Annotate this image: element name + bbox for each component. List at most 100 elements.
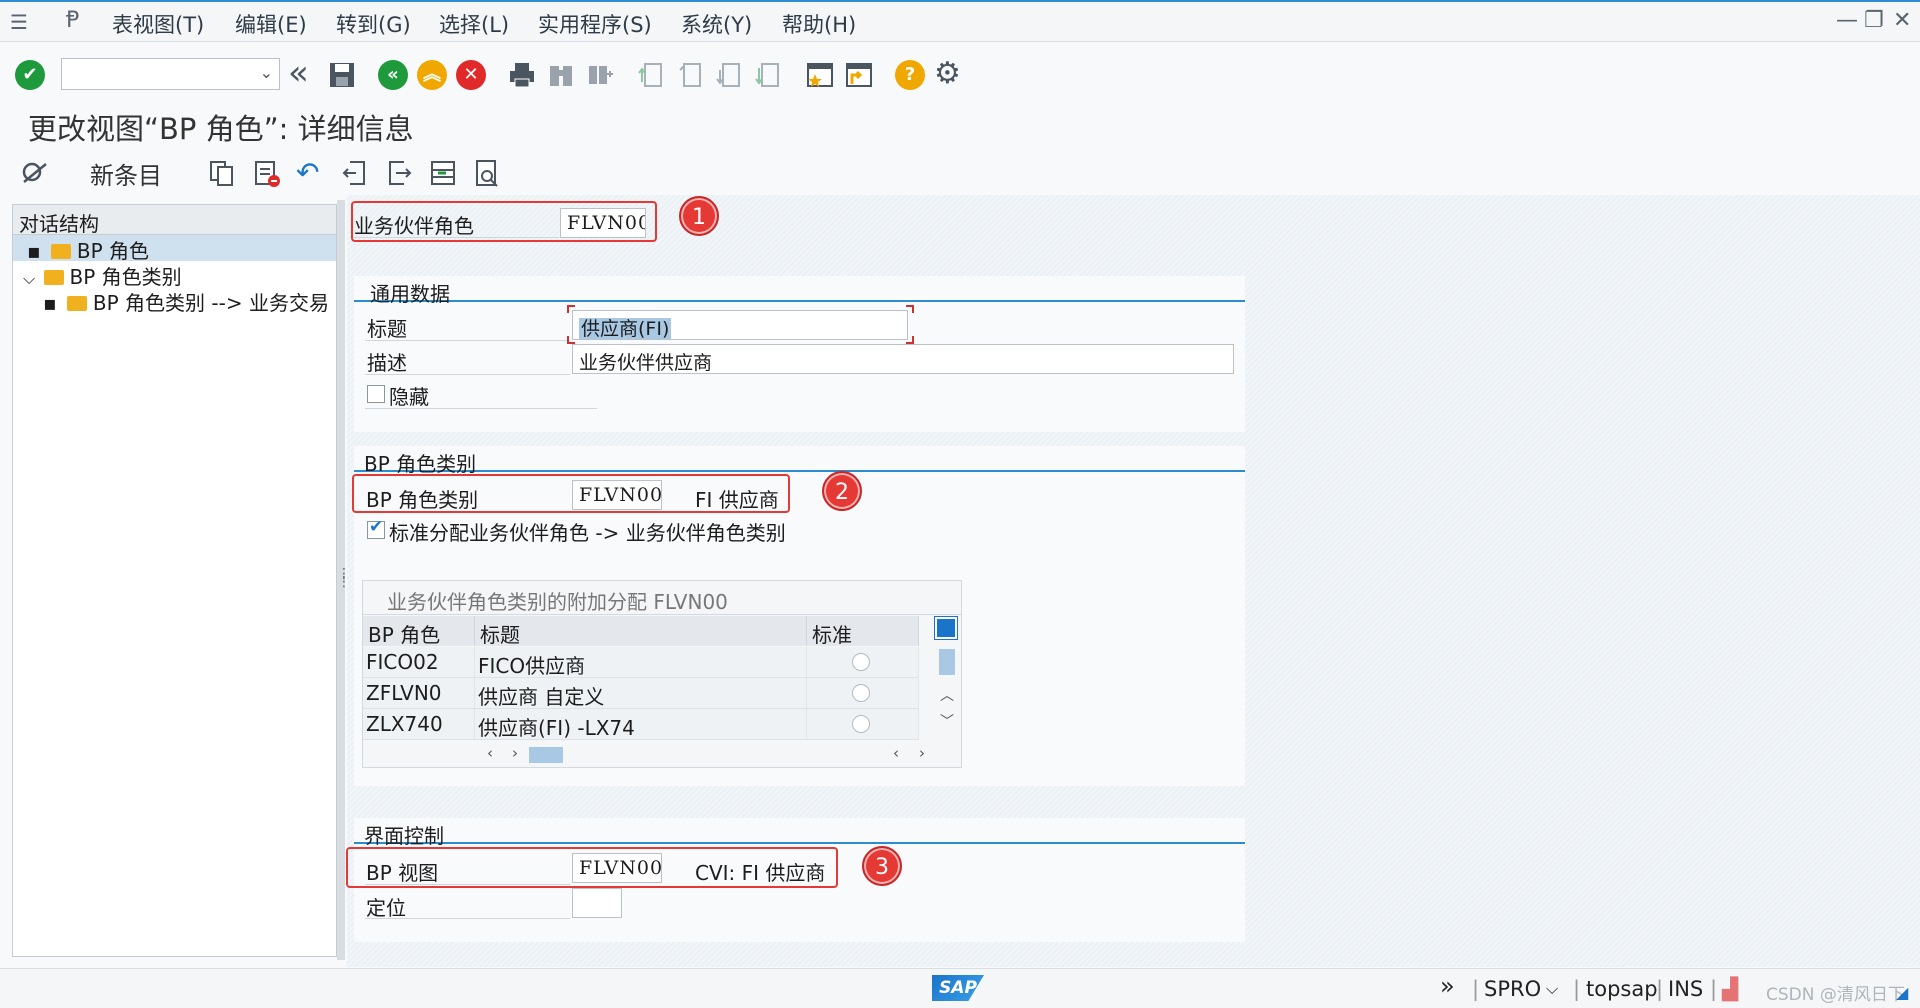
performance-icon: ▟	[1722, 977, 1739, 1001]
tree-item-label: BP 角色类别 --> 业务交易	[92, 291, 329, 315]
standard-radio[interactable]	[852, 715, 870, 733]
tree-item-bp-role-category[interactable]: ⌵ BP 角色类别	[13, 261, 182, 289]
hidden-checkbox[interactable]	[367, 385, 385, 403]
scroll-right-icon[interactable]: ›	[919, 744, 925, 762]
focus-corner-icon	[567, 336, 575, 344]
table-row	[807, 709, 919, 740]
expand-status-icon[interactable]: »	[1440, 972, 1455, 1000]
minimize-icon[interactable]: —	[1836, 8, 1858, 33]
sap-logo: SAP	[932, 975, 984, 1001]
cancel-icon[interactable]: ✕	[456, 60, 486, 90]
scroll-right-icon[interactable]: ›	[512, 744, 518, 762]
last-page-icon[interactable]	[753, 60, 783, 90]
bullet-icon: ▪	[27, 239, 41, 263]
folder-icon	[43, 270, 64, 285]
find-next-icon[interactable]	[585, 60, 615, 90]
previous-entry-icon[interactable]	[340, 158, 370, 188]
display-change-icon[interactable]	[20, 158, 50, 188]
table-row[interactable]: FICO供应商	[475, 647, 807, 678]
close-icon[interactable]: ✕	[1893, 8, 1911, 33]
column-header-title[interactable]: 标题	[475, 616, 807, 647]
layout-icon[interactable]: Ᵽ	[66, 8, 79, 33]
standard-radio[interactable]	[852, 684, 870, 702]
tree-item-bp-role[interactable]: ▪ BP 角色	[13, 235, 336, 263]
tree-item-label: BP 角色类别	[69, 265, 182, 289]
exit-icon[interactable]: ︽	[417, 60, 447, 90]
heading-input[interactable]: 供应商(FI)	[572, 310, 908, 340]
scroll-down-icon[interactable]: ﹀	[940, 711, 954, 731]
command-field[interactable]: ⌄	[61, 58, 280, 90]
transaction-code[interactable]: SPRO	[1484, 977, 1541, 1001]
standard-assignment-checkbox[interactable]: ✔	[367, 517, 385, 539]
prev-page-icon[interactable]	[675, 60, 705, 90]
table-row[interactable]: ZFLVN0	[363, 678, 475, 709]
column-settings-icon[interactable]	[934, 616, 958, 640]
restore-icon[interactable]: ❐	[1864, 8, 1884, 33]
horizontal-scroll-thumb[interactable]	[529, 747, 563, 763]
save-icon[interactable]	[327, 60, 357, 90]
scrollbar-thumb[interactable]	[939, 649, 955, 675]
delete-icon[interactable]	[252, 158, 282, 188]
help-icon[interactable]: ?	[895, 60, 925, 90]
back-icon[interactable]: «	[378, 60, 408, 90]
table-row[interactable]: 供应商 自定义	[475, 678, 807, 709]
table-row[interactable]: FICO02	[363, 647, 475, 678]
column-header-role[interactable]: BP 角色	[363, 616, 475, 647]
folder-open-icon	[50, 244, 71, 259]
copy-icon[interactable]	[207, 158, 237, 188]
focus-corner-icon	[567, 305, 575, 313]
menu-table-view[interactable]: 表视图(T)	[112, 9, 204, 39]
position-input[interactable]	[572, 888, 622, 918]
tree-item-category-transactions[interactable]: ▪ BP 角色类别 --> 业务交易	[13, 287, 329, 315]
first-page-icon[interactable]	[636, 60, 666, 90]
check-icon: ✔	[369, 517, 384, 537]
hidden-label: 隐藏	[389, 385, 429, 409]
print-preview-icon[interactable]	[472, 158, 502, 188]
table-row[interactable]: ZLX740	[363, 709, 475, 740]
callout-badge-1: 1	[679, 196, 719, 236]
scroll-left-icon[interactable]: ‹	[487, 744, 493, 762]
menu-edit[interactable]: 编辑(E)	[235, 9, 307, 39]
scroll-up-icon[interactable]: ︿	[940, 685, 954, 705]
table-row[interactable]: 供应商(FI) -LX74	[475, 709, 807, 740]
server-name: topsap	[1586, 977, 1658, 1001]
select-all-icon[interactable]	[428, 158, 458, 188]
print-icon[interactable]	[507, 60, 537, 90]
highlight-box-2	[352, 474, 790, 513]
standard-toolbar: ✔ ⌄ « « ︽ ✕ ? ⚙	[0, 44, 1920, 106]
status-bar: SAP » | SPRO ⌵ | topsap | INS | ▟ CSDN @…	[0, 968, 1920, 1008]
next-entry-icon[interactable]	[384, 158, 414, 188]
resize-grip-icon[interactable]: ◢	[1896, 983, 1908, 1002]
chevron-down-icon[interactable]: ⌄	[260, 63, 273, 82]
enter-check-icon[interactable]: ✔	[15, 60, 45, 90]
panel-splitter[interactable]: ⋮ ⋮	[337, 200, 351, 960]
hidden-underline	[365, 408, 597, 409]
menu-utilities[interactable]: 实用程序(S)	[538, 9, 652, 39]
new-entry-button[interactable]: 新条目	[90, 156, 162, 191]
menu-icon[interactable]: ☰	[10, 10, 28, 34]
chevron-down-icon[interactable]: ⌵	[23, 269, 35, 288]
double-left-icon[interactable]: «	[288, 56, 318, 90]
description-input[interactable]: 业务伙伴供应商	[572, 344, 1234, 374]
role-category-title: BP 角色类别	[354, 446, 1245, 476]
next-page-icon[interactable]	[714, 60, 744, 90]
menu-system[interactable]: 系统(Y)	[681, 9, 752, 39]
dialog-structure-panel: 对话结构 ▪ BP 角色 ⌵ BP 角色类别 ▪ BP 角色类别 --> 业务交…	[12, 204, 337, 957]
shortcut-icon[interactable]	[844, 60, 874, 90]
ui-control-title: 界面控制	[354, 818, 1245, 848]
insert-mode[interactable]: INS	[1668, 977, 1703, 1001]
additional-assignment-table: 业务伙伴角色类别的附加分配 FLVN00 BP 角色 标题 标准 FICO02 …	[362, 580, 962, 768]
menu-goto[interactable]: 转到(G)	[336, 9, 411, 39]
standard-radio[interactable]	[852, 653, 870, 671]
heading-value: 供应商(FI)	[579, 318, 672, 340]
menu-help[interactable]: 帮助(H)	[782, 9, 856, 39]
menu-selection[interactable]: 选择(L)	[439, 9, 509, 39]
scroll-left-icon[interactable]: ‹	[893, 744, 899, 762]
gear-icon[interactable]: ⚙	[934, 59, 964, 90]
tree-item-label: BP 角色	[76, 239, 150, 263]
chevron-down-icon[interactable]: ⌵	[1546, 979, 1558, 999]
new-session-icon[interactable]	[805, 60, 835, 90]
find-icon[interactable]	[546, 60, 576, 90]
undo-icon[interactable]: ↶	[296, 156, 319, 189]
column-header-standard[interactable]: 标准	[807, 616, 919, 647]
